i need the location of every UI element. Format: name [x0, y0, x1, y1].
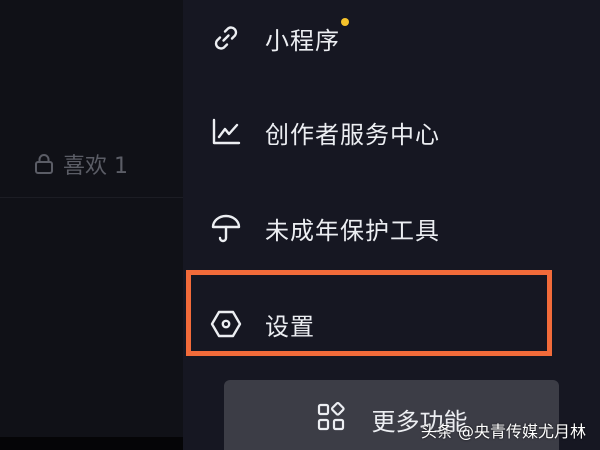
menu-item-label: 小程序: [265, 26, 340, 55]
bottom-bar: [0, 437, 183, 450]
notification-dot: [341, 18, 349, 26]
profile-panel: 喜欢 1: [0, 0, 183, 450]
menu-item-creator-center[interactable]: 创作者服务中心: [210, 110, 440, 154]
umbrella-icon: [211, 214, 241, 243]
chart-line-icon: [212, 118, 241, 145]
menu-item-label: 创作者服务中心: [265, 120, 440, 149]
link-icon: [214, 26, 238, 50]
likes-tab[interactable]: 喜欢 1: [34, 147, 128, 181]
hexagon-settings-icon: [210, 310, 242, 338]
screen: 喜欢 1 小程序 创作者服务中心 未成年保护工具 设置 更多功能 头条 @央青传…: [0, 0, 600, 450]
lock-icon: [35, 154, 53, 174]
divider: [0, 197, 183, 198]
menu-item-label: 设置: [265, 312, 315, 341]
menu-item-settings[interactable]: 设置: [210, 302, 315, 346]
menu-item-minor-protection[interactable]: 未成年保护工具: [210, 206, 440, 250]
menu-item-label: 未成年保护工具: [265, 216, 440, 245]
side-drawer-menu: 小程序 创作者服务中心 未成年保护工具 设置 更多功能: [183, 0, 600, 450]
menu-item-mini-programs[interactable]: 小程序: [210, 16, 340, 60]
grid-apps-icon: [317, 402, 345, 431]
watermark: 头条 @央青传媒尤月林: [420, 422, 586, 441]
likes-tab-label: 喜欢 1: [63, 154, 128, 179]
